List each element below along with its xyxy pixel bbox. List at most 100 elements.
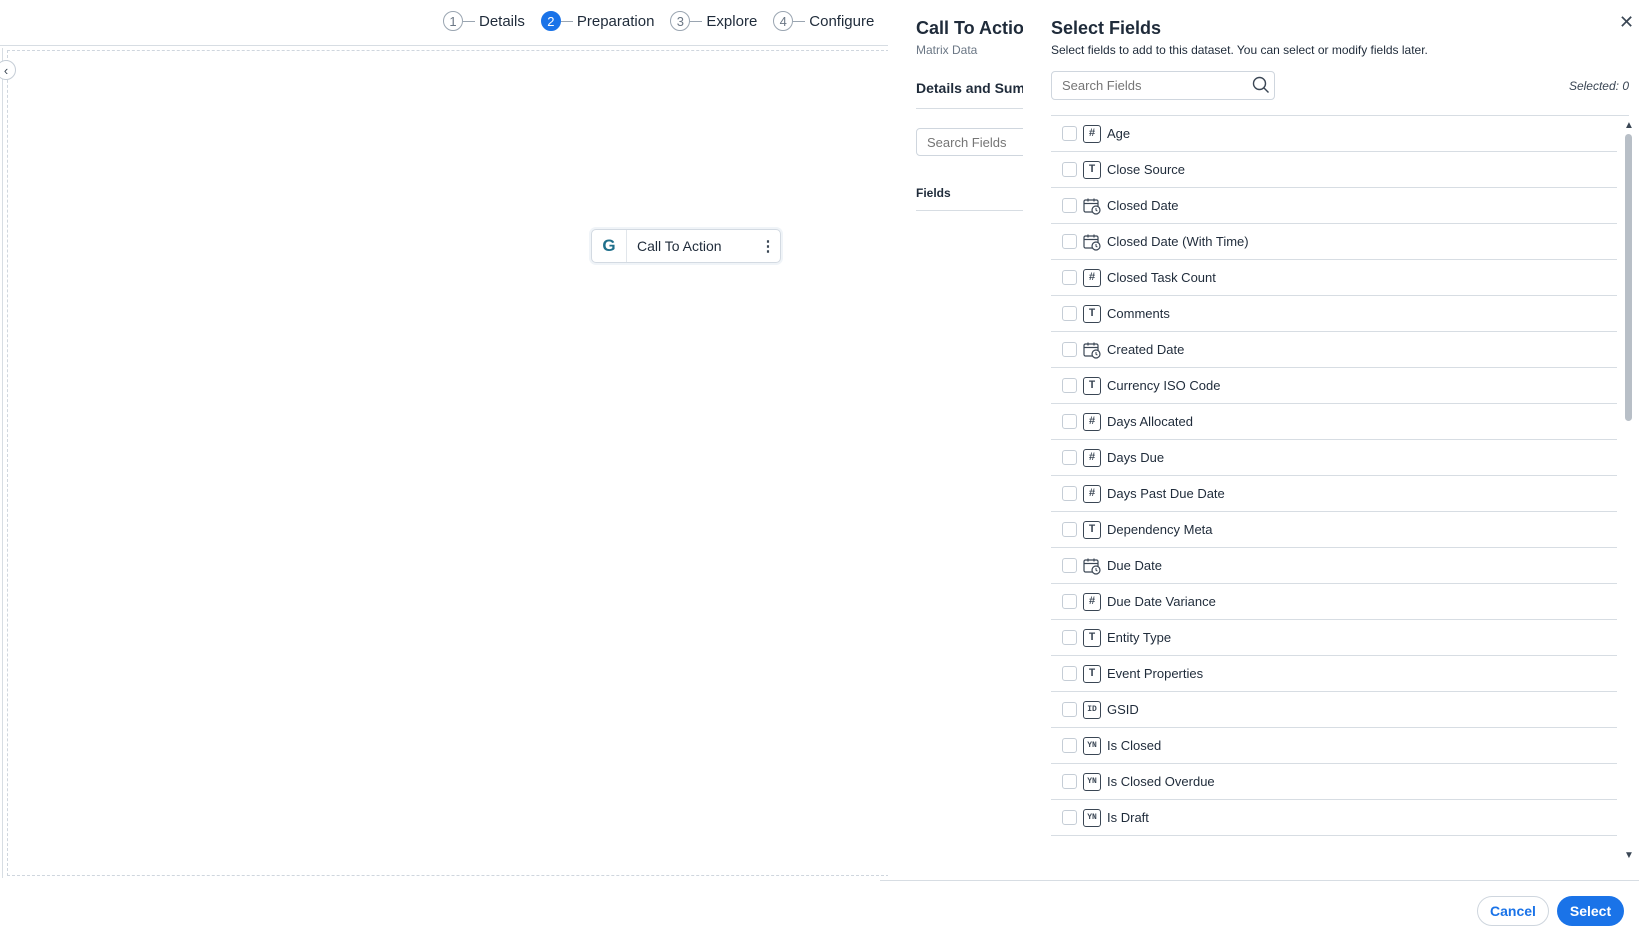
hash-icon: # bbox=[1083, 268, 1101, 287]
field-row[interactable]: T Dependency Meta bbox=[1051, 512, 1617, 548]
field-row[interactable]: # Days Due bbox=[1051, 440, 1617, 476]
text-type-icon: T bbox=[1083, 664, 1101, 683]
field-checkbox[interactable] bbox=[1062, 234, 1077, 249]
boolean-icon: YN bbox=[1083, 808, 1101, 827]
footer-divider bbox=[880, 880, 1639, 881]
hash-icon: # bbox=[1083, 124, 1101, 143]
field-checkbox[interactable] bbox=[1062, 486, 1077, 501]
step-preparation[interactable]: 2 Preparation bbox=[540, 11, 655, 31]
field-name: Is Closed bbox=[1107, 738, 1162, 753]
text-type-icon: T bbox=[1083, 520, 1101, 539]
scroll-down-icon[interactable]: ▼ bbox=[1624, 850, 1634, 861]
field-row[interactable]: # Due Date Variance bbox=[1051, 584, 1617, 620]
dataset-node[interactable]: G Call To Action ⋮ bbox=[591, 229, 781, 263]
preparation-canvas[interactable] bbox=[7, 50, 889, 876]
field-name: Due Date Variance bbox=[1107, 594, 1216, 609]
field-checkbox[interactable] bbox=[1062, 270, 1077, 285]
search-fields-input[interactable] bbox=[1051, 71, 1275, 100]
panel-search-input[interactable] bbox=[916, 128, 1023, 156]
wizard-stepper: 1 Details 2 Preparation 3 Explore 4 Conf… bbox=[443, 8, 890, 34]
fields-scrollbar[interactable]: ▲ ▼ bbox=[1623, 120, 1634, 862]
step-details[interactable]: 1 Details bbox=[443, 11, 525, 31]
field-row[interactable]: # Days Allocated bbox=[1051, 404, 1617, 440]
field-checkbox[interactable] bbox=[1062, 342, 1077, 357]
step-configure[interactable]: 4 Configure bbox=[773, 11, 874, 31]
field-checkbox[interactable] bbox=[1062, 702, 1077, 717]
calendar-icon bbox=[1083, 341, 1101, 359]
text-type-icon: T bbox=[1083, 376, 1101, 395]
scroll-up-icon[interactable]: ▲ bbox=[1624, 120, 1634, 131]
field-row[interactable]: T Comments bbox=[1051, 296, 1617, 332]
field-checkbox[interactable] bbox=[1062, 558, 1077, 573]
close-icon[interactable]: ✕ bbox=[1619, 12, 1634, 33]
field-name: Entity Type bbox=[1107, 630, 1172, 645]
select-button[interactable]: Select bbox=[1557, 896, 1624, 926]
field-name: Is Draft bbox=[1107, 810, 1149, 825]
field-row[interactable]: Closed Date bbox=[1051, 188, 1617, 224]
more-vertical-icon[interactable]: ⋮ bbox=[756, 237, 780, 255]
step-connector bbox=[560, 20, 573, 22]
field-checkbox[interactable] bbox=[1062, 594, 1077, 609]
field-checkbox[interactable] bbox=[1062, 306, 1077, 321]
field-row[interactable]: Due Date bbox=[1051, 548, 1617, 584]
text-type-icon: T bbox=[1083, 304, 1101, 323]
field-row[interactable]: # Age bbox=[1051, 116, 1617, 152]
field-checkbox[interactable] bbox=[1062, 774, 1077, 789]
step-label: Preparation bbox=[576, 12, 655, 30]
step-number: 3 bbox=[670, 11, 691, 31]
field-checkbox[interactable] bbox=[1062, 666, 1077, 681]
step-number: 2 bbox=[540, 11, 561, 31]
field-name: Age bbox=[1107, 126, 1131, 141]
field-row[interactable]: Created Date bbox=[1051, 332, 1617, 368]
text-type-icon: T bbox=[1083, 628, 1101, 647]
field-checkbox[interactable] bbox=[1062, 810, 1077, 825]
step-explore[interactable]: 3 Explore bbox=[670, 11, 757, 31]
field-name: Closed Task Count bbox=[1107, 270, 1216, 285]
step-connector bbox=[463, 20, 475, 22]
field-row[interactable]: YN Is Closed bbox=[1051, 728, 1617, 764]
cancel-button[interactable]: Cancel bbox=[1477, 896, 1549, 926]
field-row[interactable]: T Entity Type bbox=[1051, 620, 1617, 656]
panel-title: Call To Action bbox=[916, 18, 1023, 38]
field-row[interactable]: YN Is Draft bbox=[1051, 800, 1617, 836]
step-label: Explore bbox=[706, 12, 758, 30]
dialog-title: Select Fields bbox=[1051, 18, 1162, 38]
field-checkbox[interactable] bbox=[1062, 450, 1077, 465]
hash-icon: # bbox=[1083, 592, 1101, 611]
gainsight-logo-icon: G bbox=[592, 230, 627, 262]
dialog-description: Select fields to add to this dataset. Yo… bbox=[1051, 43, 1428, 57]
calendar-clock-icon bbox=[1083, 233, 1101, 251]
field-checkbox[interactable] bbox=[1062, 378, 1077, 393]
field-row[interactable]: Closed Date (With Time) bbox=[1051, 224, 1617, 260]
field-checkbox[interactable] bbox=[1062, 738, 1077, 753]
field-row[interactable]: # Closed Task Count bbox=[1051, 260, 1617, 296]
field-checkbox[interactable] bbox=[1062, 414, 1077, 429]
field-row[interactable]: # Days Past Due Date bbox=[1051, 476, 1617, 512]
field-name: Closed Date (With Time) bbox=[1107, 234, 1249, 249]
field-name: Event Properties bbox=[1107, 666, 1204, 681]
details-summary-tab[interactable]: Details and Summ bbox=[916, 80, 1023, 96]
fields-heading: Fields bbox=[916, 186, 951, 200]
field-row[interactable]: T Event Properties bbox=[1051, 656, 1617, 692]
boolean-icon: YN bbox=[1083, 736, 1101, 755]
chevron-left-icon: ‹ bbox=[3, 62, 9, 78]
calendar-icon bbox=[1083, 557, 1101, 575]
divider bbox=[916, 108, 1023, 109]
field-row[interactable]: T Currency ISO Code bbox=[1051, 368, 1617, 404]
field-checkbox[interactable] bbox=[1062, 522, 1077, 537]
field-checkbox[interactable] bbox=[1062, 630, 1077, 645]
field-row[interactable]: T Close Source bbox=[1051, 152, 1617, 188]
scroll-thumb[interactable] bbox=[1625, 134, 1632, 421]
search-icon[interactable] bbox=[1252, 76, 1270, 94]
field-name: Dependency Meta bbox=[1107, 522, 1213, 537]
step-label: Details bbox=[479, 12, 525, 30]
field-row[interactable]: ID GSID bbox=[1051, 692, 1617, 728]
fields-list[interactable]: # Age T Close Source Closed Date Closed Date … bbox=[1051, 115, 1629, 878]
field-row[interactable]: YN Is Closed Overdue bbox=[1051, 764, 1617, 800]
field-checkbox[interactable] bbox=[1062, 162, 1077, 177]
hash-icon: # bbox=[1083, 448, 1101, 467]
field-checkbox[interactable] bbox=[1062, 126, 1077, 141]
hash-icon: # bbox=[1083, 484, 1101, 503]
field-name: Days Past Due Date bbox=[1107, 486, 1225, 501]
field-checkbox[interactable] bbox=[1062, 198, 1077, 213]
